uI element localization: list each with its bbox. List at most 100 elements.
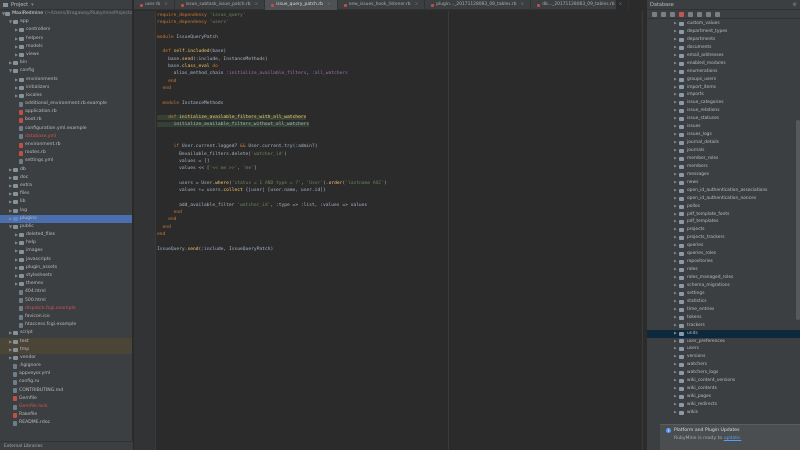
db-table-item[interactable]: ▶ time_entries [647,306,800,314]
tree-folder[interactable]: ▶ deleted_files [0,231,132,239]
tree-folder[interactable]: ▶ models [0,43,132,51]
tree-folder[interactable]: ▶ environments [0,76,132,84]
db-table-item[interactable]: ▶ issues [647,123,800,131]
console-icon[interactable] [706,11,711,17]
tree-file[interactable]: .hgignore [0,362,132,370]
tree-folder[interactable]: ▶ themes [0,280,132,288]
tree-folder[interactable]: ▶ extra [0,182,132,190]
tree-file[interactable]: Gemfile.lock [0,403,132,411]
tree-file[interactable]: Gemfile [0,395,132,403]
db-table-item[interactable]: ▶ queries [647,242,800,250]
tree-file[interactable]: dispatch.fcgi.example [0,305,132,313]
db-table-item[interactable]: ▶ wikis [647,409,800,417]
editor-tab[interactable]: new_issues_hook_listener.rb × [338,0,426,10]
db-table-item[interactable]: ▶ members [647,163,800,171]
db-table-item[interactable]: ▶ projects_trackers [647,234,800,242]
db-table-item[interactable]: ▶ pollos [647,203,800,211]
tree-folder[interactable]: ▶ javascripts [0,256,132,264]
close-icon[interactable]: × [521,0,525,10]
editor-tab[interactable]: plugin…_20171128083_08_tables.rb × [425,0,532,10]
tree-folder[interactable]: ▶ help [0,239,132,247]
db-table-item[interactable]: ▶ issue_relations [647,107,800,115]
db-table-item[interactable]: ▶ versions [647,353,800,361]
filter-icon[interactable] [715,11,720,17]
tree-file[interactable]: environment.rb [0,141,132,149]
tree-folder[interactable]: ▶ initializers [0,84,132,92]
editor-tab[interactable]: db…_20171128083_09_tables.rb × [531,0,630,10]
db-table-item[interactable]: ▶ issue_categories [647,99,800,107]
add-icon[interactable] [652,11,657,17]
tree-file[interactable]: README.rdoc [0,419,132,427]
db-table-item[interactable]: ▶ pdf_templates [647,218,800,226]
db-table-item[interactable]: ▶ email_addresses [647,52,800,60]
tree-folder[interactable]: ▶ bin [0,59,132,67]
editor-tab[interactable]: user.rb × [134,0,175,10]
db-table-item[interactable]: ▶ units [647,329,800,338]
tree-folder[interactable]: ▼ public [0,223,132,231]
tree-file[interactable]: 500.html [0,297,132,305]
db-table-item[interactable]: ▶ statistics [647,298,800,306]
project-panel-title[interactable]: Project [11,2,28,8]
db-table-item[interactable]: ▶ department_types [647,28,800,36]
tree-file[interactable]: CONTRIBUTING.md [0,387,132,395]
tree-file[interactable]: favicon.ico [0,313,132,321]
db-table-item[interactable]: ▶ roles_managed_roles [647,274,800,282]
db-table-item[interactable]: ▶ pdf_template_fonts [647,211,800,219]
db-table-item[interactable]: ▶ open_id_authentication_nonces [647,195,800,203]
tree-folder[interactable]: ▶ views [0,51,132,59]
db-table-item[interactable]: ▶ imports [647,91,800,99]
db-table-item[interactable]: ▶ groups_users [647,76,800,84]
tree-folder[interactable]: ▶ stylesheets [0,272,132,280]
db-table-item[interactable]: ▶ enabled_modules [647,60,800,68]
db-table-item[interactable]: ▶ wiki_contents [647,385,800,393]
editor-tab[interactable]: issue_subtask_issue_patch.rb × [175,0,266,10]
db-table-item[interactable]: ▶ member_roles [647,155,800,163]
update-link[interactable]: update. [724,436,742,441]
tree-folder[interactable]: ▶ log [0,207,132,215]
tree-folder[interactable]: ▶ db [0,166,132,174]
tree-folder[interactable]: ▶ files [0,190,132,198]
sync-icon[interactable] [670,11,675,17]
code-editor[interactable]: require_dependency 'issue_query' require_… [157,11,642,450]
tree-folder[interactable]: ▶ tmp [0,345,132,354]
db-table-item[interactable]: ▶ issue_statuses [647,115,800,123]
db-table-item[interactable]: ▶ wiki_content_versions [647,377,800,385]
close-icon[interactable]: × [415,0,419,10]
update-notification[interactable]: i Platform and Plugin Updates RubyMine i… [660,424,800,450]
db-table-item[interactable]: ▶ departments [647,36,800,44]
tree-file[interactable]: routes.rb [0,149,132,157]
tree-file[interactable]: htaccess.fcgi.example [0,321,132,329]
db-table-item[interactable]: ▶ watchers [647,361,800,369]
error-stripe[interactable] [642,11,646,450]
db-table-item[interactable]: ▶ user_preferences [647,338,800,346]
close-icon[interactable]: × [618,0,622,10]
chevron-down-icon[interactable]: ▾ [31,2,34,8]
db-table-item[interactable]: ▶ news [647,179,800,187]
db-table-item[interactable]: ▶ repositories [647,258,800,266]
db-table-item[interactable]: ▶ tokens [647,314,800,322]
db-table-item[interactable]: ▶ documents [647,44,800,52]
tree-folder[interactable]: ▶ controllers [0,26,132,34]
table-icon[interactable] [697,11,702,17]
tree-file[interactable]: settings.yml [0,157,132,165]
close-icon[interactable]: × [327,0,331,10]
tree-file[interactable]: additional_environment.rb.example [0,100,132,108]
editor-tab[interactable]: issue_query_patch.rb × [265,0,338,10]
tree-file[interactable]: 404.html [0,288,132,296]
db-table-item[interactable]: ▶ wiki_pages [647,393,800,401]
tree-folder[interactable]: ▶ plugin_assets [0,264,132,272]
db-table-item[interactable]: ▶ journal_details [647,139,800,147]
tree-folder[interactable]: ▶ locales [0,92,132,100]
tree-file[interactable]: database.yml [0,133,132,141]
settings-icon[interactable]: ⚙ [793,2,797,8]
close-icon[interactable]: × [164,0,168,10]
db-table-item[interactable]: ▶ roles [647,266,800,274]
tree-folder[interactable]: ▶ vendor [0,354,132,362]
tree-file[interactable]: config.ru [0,378,132,386]
tree-file[interactable]: application.rb [0,108,132,116]
tree-folder[interactable]: ▶ test [0,337,132,346]
tree-folder[interactable]: ▶ script [0,329,132,337]
db-table-item[interactable]: ▶ enumerations [647,68,800,76]
database-scrollbar[interactable] [796,120,800,320]
external-libraries[interactable]: External Libraries [0,441,133,450]
